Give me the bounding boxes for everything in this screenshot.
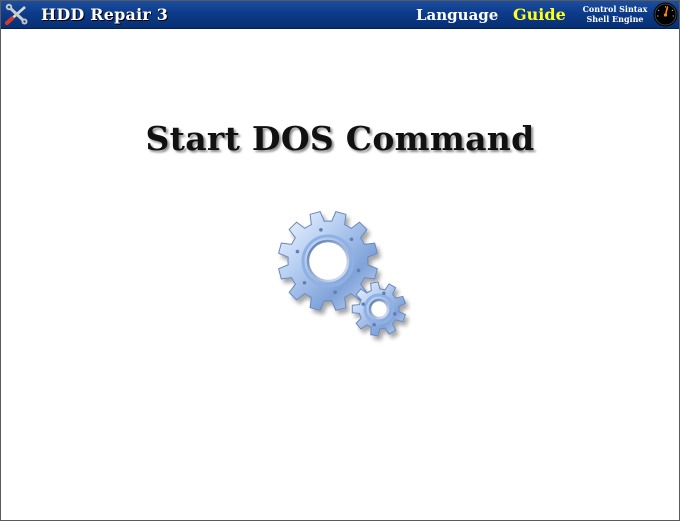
gauge-dial-icon[interactable] xyxy=(653,2,678,27)
title-bar: HDD Repair 3 Language Guide Control Sint… xyxy=(1,1,679,29)
tools-wrench-screwdriver-icon xyxy=(5,3,28,25)
engine-label-line2: Shell Engine xyxy=(586,14,644,24)
engine-label-line1: Control Sintax xyxy=(582,4,648,14)
guide-menu[interactable]: Guide xyxy=(513,5,566,24)
start-dos-command-title[interactable]: Start DOS Command xyxy=(1,119,679,158)
language-menu[interactable]: Language xyxy=(416,6,498,24)
gears-icon[interactable] xyxy=(271,206,416,346)
engine-label: Control Sintax Shell Engine xyxy=(579,4,651,24)
app-title: HDD Repair 3 xyxy=(41,5,169,24)
app-window: HDD Repair 3 Language Guide Control Sint… xyxy=(0,0,680,521)
